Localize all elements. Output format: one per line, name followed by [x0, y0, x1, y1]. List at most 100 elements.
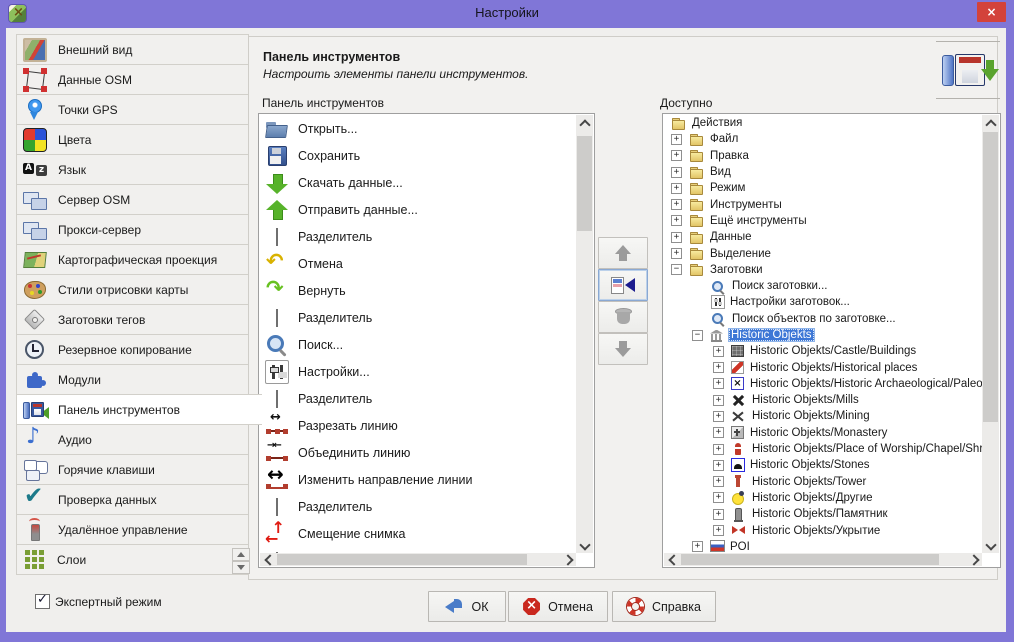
toolbar-item-separator-4[interactable]: Разделитель — [260, 493, 576, 520]
scrollbar-thumb[interactable] — [277, 554, 527, 565]
tree-node[interactable]: −Заготовки — [664, 262, 982, 278]
sidebar-item-tag-presets[interactable]: Заготовки тегов — [16, 304, 249, 335]
toolbar-item-redo[interactable]: Вернуть — [260, 277, 576, 304]
remove-button[interactable] — [598, 301, 648, 333]
tree-node[interactable]: +Ещё инструменты — [664, 213, 982, 229]
tree-node[interactable]: Поиск объектов по заготовке... — [664, 311, 982, 327]
sidebar-item-language[interactable]: Язык — [16, 154, 249, 185]
sidebar-item-osm-server[interactable]: Сервер OSM — [16, 184, 249, 215]
tabs-scroll-up-button[interactable] — [232, 548, 250, 561]
add-to-toolbar-button[interactable] — [598, 269, 648, 301]
scroll-up-button[interactable] — [982, 115, 999, 130]
cancel-button[interactable]: Отмена — [508, 591, 608, 622]
tree-vertical-scrollbar[interactable] — [982, 115, 999, 553]
scroll-down-button[interactable] — [576, 538, 593, 553]
tree-node[interactable]: +Historic Objekts/Другие — [664, 490, 982, 506]
toolbar-item-separator-3[interactable]: Разделитель — [260, 385, 576, 412]
tree-toggle[interactable]: + — [713, 444, 724, 455]
tree-node[interactable]: +Historic Objekts/Tower — [664, 474, 982, 490]
sidebar-item-audio[interactable]: Аудио — [16, 424, 249, 455]
tree-node[interactable]: +Historic Objekts/Historical places — [664, 359, 982, 375]
toolbar-item-preferences[interactable]: Настройки... — [260, 358, 576, 385]
sidebar-item-osm-data[interactable]: Данные OSM — [16, 64, 249, 95]
scroll-left-button[interactable] — [260, 553, 275, 566]
sidebar-item-plugins[interactable]: Модули — [16, 364, 249, 395]
tree-horizontal-scrollbar[interactable] — [664, 553, 982, 566]
scroll-right-button[interactable] — [561, 553, 576, 566]
toolbar-item-combine-way[interactable]: Объединить линию — [260, 439, 576, 466]
tree-toggle[interactable]: + — [713, 378, 724, 389]
tree-node[interactable]: +Historic Objekts/Памятник — [664, 506, 982, 522]
tree-toggle[interactable]: + — [713, 427, 724, 438]
tree-toggle[interactable]: + — [671, 167, 682, 178]
toolbar-vertical-scrollbar[interactable] — [576, 115, 593, 553]
tree-node[interactable]: +Historic Objekts/Mining — [664, 408, 982, 424]
sidebar-item-appearance[interactable]: Внешний вид — [16, 34, 249, 65]
sidebar-item-backup[interactable]: Резервное копирование — [16, 334, 249, 365]
tree-toggle[interactable]: + — [671, 199, 682, 210]
tree-node[interactable]: Действия — [664, 115, 982, 131]
toolbar-item-split-way[interactable]: Разрезать линию — [260, 412, 576, 439]
tree-toggle[interactable]: + — [671, 134, 682, 145]
tree-node[interactable]: Поиск заготовки... — [664, 278, 982, 294]
sidebar-item-toolbar[interactable]: Панель инструментов — [16, 394, 262, 425]
scroll-right-button[interactable] — [967, 553, 982, 566]
sidebar-item-layers[interactable]: Слои — [16, 544, 249, 575]
toolbar-item-download[interactable]: Скачать данные... — [260, 169, 576, 196]
tree-node[interactable]: +Historic Objekts/Укрытие — [664, 522, 982, 538]
scrollbar-thumb[interactable] — [577, 136, 592, 231]
tree-node[interactable]: +Выделение — [664, 245, 982, 261]
ok-button[interactable]: ОК — [428, 591, 506, 622]
scrollbar-thumb[interactable] — [983, 132, 998, 422]
tree-node[interactable]: +Historic Objekts/Stones — [664, 457, 982, 473]
toolbar-item-save[interactable]: Сохранить — [260, 142, 576, 169]
toolbar-item-separator-1[interactable]: Разделитель — [260, 223, 576, 250]
tree-toggle[interactable]: + — [671, 232, 682, 243]
tree-node[interactable]: Настройки заготовок... — [664, 294, 982, 310]
sidebar-item-projection[interactable]: Картографическая проекция — [16, 244, 249, 275]
tree-toggle[interactable]: + — [713, 460, 724, 471]
tree-toggle[interactable]: + — [713, 362, 724, 373]
sidebar-item-gps-points[interactable]: Точки GPS — [16, 94, 249, 125]
tree-node[interactable]: −Historic Objekts — [664, 327, 982, 343]
sidebar-item-remote-control[interactable]: Удалённое управление — [16, 514, 249, 545]
sidebar-item-shortcuts[interactable]: Горячие клавиши — [16, 454, 249, 485]
tree-node[interactable]: +POI — [664, 539, 982, 553]
tree-toggle[interactable]: + — [713, 411, 724, 422]
toolbar-horizontal-scrollbar[interactable] — [260, 553, 576, 566]
sidebar-item-validator[interactable]: Проверка данных — [16, 484, 249, 515]
move-down-button[interactable] — [598, 333, 648, 365]
toolbar-item-open[interactable]: Открыть... — [260, 115, 576, 142]
tree-toggle[interactable]: + — [671, 248, 682, 259]
tree-toggle[interactable]: + — [713, 346, 724, 357]
tree-node[interactable]: +Historic Objekts/Place of Worship/Chape… — [664, 441, 982, 457]
tree-toggle[interactable]: + — [692, 541, 703, 552]
tree-node[interactable]: +Historic Objekts/Castle/Buildings — [664, 343, 982, 359]
tree-node[interactable]: +Вид — [664, 164, 982, 180]
close-button[interactable]: × — [977, 2, 1006, 22]
tree-toggle[interactable]: + — [713, 492, 724, 503]
scroll-down-button[interactable] — [982, 538, 999, 553]
sidebar-item-proxy[interactable]: Прокси-сервер — [16, 214, 249, 245]
scrollbar-thumb[interactable] — [681, 554, 939, 565]
toolbar-item-separator-2[interactable]: Разделитель — [260, 304, 576, 331]
tree-toggle[interactable]: − — [692, 330, 703, 341]
tree-node[interactable]: +Historic Objekts/Mills — [664, 392, 982, 408]
tree-toggle[interactable]: + — [713, 476, 724, 487]
tree-toggle[interactable]: + — [671, 215, 682, 226]
tree-node[interactable]: +Файл — [664, 131, 982, 147]
tree-node[interactable]: +Historic Objekts/Historic Archaeologica… — [664, 376, 982, 392]
scroll-left-button[interactable] — [664, 553, 679, 566]
tree-node[interactable]: +Инструменты — [664, 196, 982, 212]
tree-toggle[interactable]: + — [713, 525, 724, 536]
tabs-scroll-down-button[interactable] — [232, 561, 250, 574]
help-button[interactable]: Справка — [612, 591, 716, 622]
tree-toggle[interactable]: − — [671, 264, 682, 275]
move-up-button[interactable] — [598, 237, 648, 269]
tree-toggle[interactable]: + — [713, 395, 724, 406]
tree-node[interactable]: +Данные — [664, 229, 982, 245]
tree-toggle[interactable]: + — [671, 183, 682, 194]
tree-node[interactable]: +Historic Objekts/Monastery — [664, 425, 982, 441]
toolbar-item-undo[interactable]: Отмена — [260, 250, 576, 277]
expert-mode-checkbox[interactable] — [35, 594, 50, 609]
